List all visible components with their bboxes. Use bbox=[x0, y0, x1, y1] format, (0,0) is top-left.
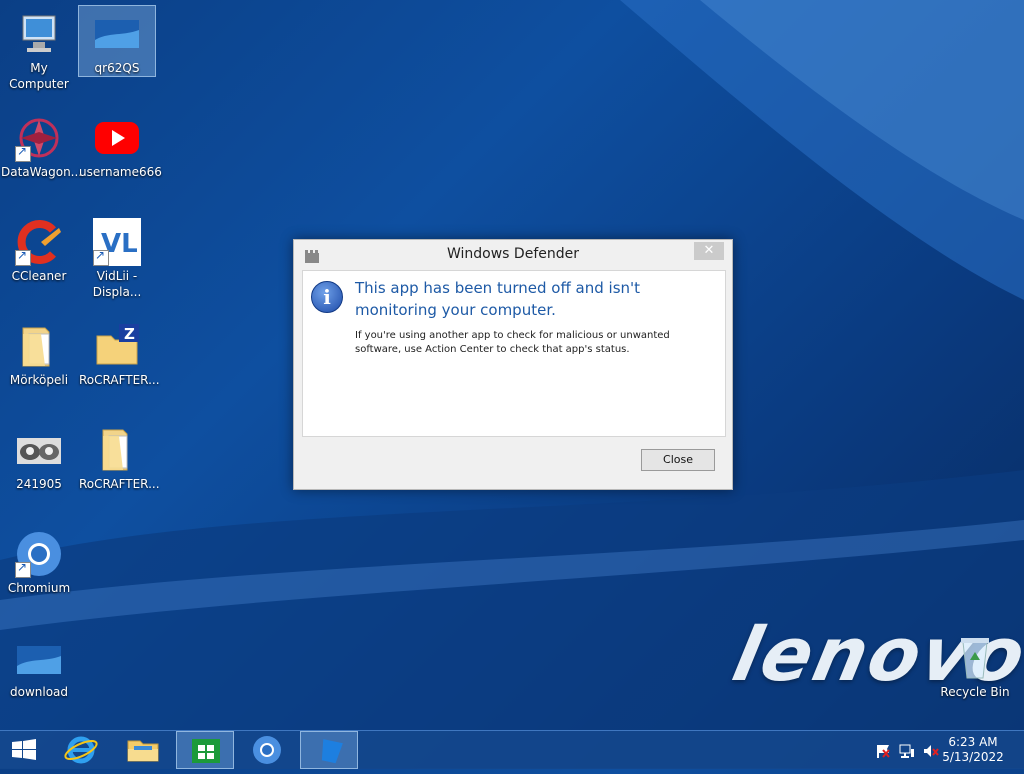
file-explorer-icon bbox=[127, 740, 159, 762]
dialog-titlebar[interactable]: Windows Defender ✕ bbox=[294, 240, 732, 270]
desktop-icon-241905[interactable]: 241905 bbox=[1, 422, 77, 492]
desktop-icon-username666[interactable]: username666 bbox=[79, 110, 162, 180]
taskbar-store[interactable] bbox=[176, 731, 234, 769]
folder-icon bbox=[93, 426, 141, 474]
desktop-icon-ccleaner[interactable]: CCleaner bbox=[1, 214, 77, 284]
taskbar-windows-defender[interactable] bbox=[300, 731, 358, 769]
youtube-icon bbox=[93, 114, 141, 162]
ccleaner-icon bbox=[15, 218, 63, 266]
desktop-icon-label: VidLii - Displa... bbox=[92, 269, 142, 299]
desktop-icon-label: Mörköpeli bbox=[9, 373, 69, 387]
desktop-icon-label: RoCRAFTER... bbox=[79, 373, 160, 387]
network-icon[interactable] bbox=[899, 743, 915, 758]
desktop-icon-vidlii[interactable]: VL VidLii - Displa... bbox=[79, 214, 155, 300]
desktop-icon-label: 241905 bbox=[16, 477, 62, 491]
vidlii-icon: VL bbox=[93, 218, 141, 266]
desktop-icon-qr62qs[interactable]: qr62QS bbox=[78, 5, 156, 77]
desktop-icon-datawagon[interactable]: DataWagon... bbox=[1, 110, 83, 180]
zip-folder-icon: Z bbox=[93, 322, 141, 370]
image-file-icon bbox=[15, 634, 63, 682]
desktop-icon-label: RoCRAFTER... bbox=[79, 477, 160, 491]
internet-explorer-icon bbox=[64, 736, 98, 764]
datawagon-icon bbox=[15, 114, 63, 162]
info-icon: i bbox=[311, 281, 343, 313]
desktop-icon-label: Recycle Bin bbox=[940, 685, 1010, 699]
svg-text:Z: Z bbox=[124, 325, 135, 343]
action-center-flag-icon[interactable] bbox=[875, 743, 891, 758]
desktop-icon-rocrafter-zip[interactable]: Z RoCRAFTER... bbox=[79, 318, 160, 388]
taskbar: 6:23 AM 5/13/2022 bbox=[0, 730, 1024, 769]
chromium-icon bbox=[15, 530, 63, 578]
clock-time: 6:23 AM bbox=[948, 735, 998, 749]
desktop-icon-recycle-bin[interactable]: Recycle Bin bbox=[937, 630, 1013, 700]
system-clock[interactable]: 6:23 AM 5/13/2022 bbox=[938, 735, 1008, 765]
dialog-footer: Close bbox=[294, 437, 732, 489]
dialog-title: Windows Defender bbox=[446, 246, 579, 262]
desktop-icon-label: qr62QS bbox=[94, 61, 140, 75]
desktop-icon-download[interactable]: download bbox=[1, 630, 77, 700]
clock-date: 5/13/2022 bbox=[942, 750, 1004, 764]
desktop-icon-label: DataWagon... bbox=[1, 165, 83, 179]
start-button[interactable] bbox=[0, 731, 48, 769]
taskbar-file-explorer[interactable] bbox=[114, 731, 172, 769]
close-icon[interactable]: ✕ bbox=[694, 242, 724, 260]
recycle-bin-icon bbox=[951, 634, 999, 682]
dialog-sub-message: If you're using another app to check for… bbox=[355, 330, 670, 355]
taskbar-chromium[interactable] bbox=[238, 731, 296, 769]
store-icon bbox=[192, 739, 220, 763]
close-button[interactable]: Close bbox=[641, 449, 715, 471]
desktop-icon-rocrafter-folder[interactable]: RoCRAFTER... bbox=[79, 422, 160, 492]
windows-defender-icon bbox=[321, 739, 343, 764]
desktop-icon-my-computer[interactable]: My Computer bbox=[1, 6, 77, 92]
image-file-icon bbox=[15, 426, 63, 474]
windows-defender-dialog: Windows Defender ✕ i This app has been t… bbox=[293, 239, 733, 490]
taskbar-internet-explorer[interactable] bbox=[52, 731, 110, 769]
desktop-icon-chromium[interactable]: Chromium bbox=[1, 526, 77, 596]
desktop-icon-label: download bbox=[9, 685, 69, 699]
desktop-icon-label: Chromium bbox=[7, 581, 71, 595]
volume-muted-icon[interactable] bbox=[923, 743, 939, 757]
chromium-icon bbox=[253, 736, 281, 764]
computer-icon bbox=[15, 10, 63, 58]
desktop-icon-label: CCleaner bbox=[11, 269, 67, 283]
folder-icon bbox=[15, 322, 63, 370]
dialog-content: i This app has been turned off and isn't… bbox=[302, 270, 726, 437]
dialog-main-message: This app has been turned off and isn't m… bbox=[355, 279, 641, 319]
desktop-icon-label: My Computer bbox=[9, 61, 69, 91]
start-icon bbox=[12, 739, 36, 760]
desktop-icon-label: username666 bbox=[79, 165, 162, 179]
image-file-icon bbox=[93, 10, 141, 58]
desktop-icon-morkopeli[interactable]: Mörköpeli bbox=[1, 318, 77, 388]
